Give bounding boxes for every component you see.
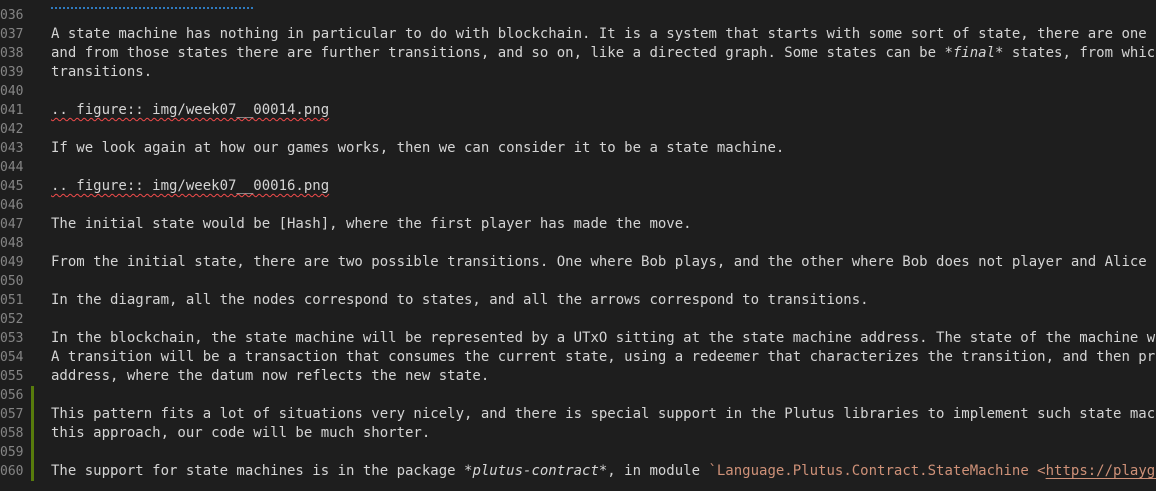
- code-line[interactable]: 039 transitions.: [0, 63, 1156, 82]
- text-segment: In the diagram, all the nodes correspond…: [51, 292, 869, 308]
- line-text: A state machine has nothing in particula…: [51, 25, 1156, 44]
- text-segment: The initial state would be [Hash], where…: [51, 216, 692, 232]
- code-line[interactable]: 036: [0, 6, 1156, 25]
- text-segment: *, in module: [598, 463, 709, 479]
- line-number: 055: [0, 369, 24, 384]
- line-text: In the diagram, all the nodes correspond…: [51, 291, 869, 310]
- line-number: 050: [0, 274, 24, 289]
- misspelled-text: .. figure:: img/week07__00016.png: [51, 178, 330, 194]
- git-modified-indicator: [31, 462, 34, 481]
- code-line[interactable]: 038 and from those states there are furth…: [0, 44, 1156, 63]
- line-number: 039: [0, 65, 24, 80]
- text-segment: A transition will be a transaction that …: [51, 349, 1156, 365]
- line-number: 048: [0, 236, 24, 251]
- line-number: 047: [0, 217, 24, 232]
- line-number: 053: [0, 331, 24, 346]
- line-text: this approach, our code will be much sho…: [51, 424, 430, 443]
- text-segment: this approach, our code will be much sho…: [51, 425, 431, 441]
- line-text: .. figure:: img/week07__00016.png: [51, 177, 329, 196]
- line-number: 046: [0, 198, 24, 213]
- code-editor[interactable]: 035036037A state machine has nothing in …: [0, 0, 1156, 491]
- line-number: 043: [0, 141, 24, 156]
- text-segment: A state machine has nothing in particula…: [51, 26, 1156, 42]
- git-modified-indicator: [31, 405, 34, 424]
- code-line[interactable]: 055 address, where the datum now reflects…: [0, 367, 1156, 386]
- code-line[interactable]: 057 This pattern fits a lot of situations…: [0, 405, 1156, 424]
- code-line[interactable]: 059: [0, 443, 1156, 462]
- line-number: 042: [0, 122, 24, 137]
- line-number: 041: [0, 103, 24, 118]
- line-text: This pattern fits a lot of situations ve…: [51, 405, 1156, 424]
- code-line[interactable]: 047 The initial state would be [Hash], wh…: [0, 215, 1156, 234]
- line-text: address, where the datum now reflects th…: [51, 367, 489, 386]
- text-segment: and from those states there are further …: [51, 45, 953, 61]
- line-text: transitions.: [51, 63, 152, 82]
- line-number: 045: [0, 179, 24, 194]
- text-segment: transitions.: [51, 64, 153, 80]
- line-number: 054: [0, 350, 24, 365]
- text-segment: `Language.Plutus.Contract.StateMachine <: [708, 463, 1046, 479]
- line-number: 036: [0, 8, 24, 23]
- code-line[interactable]: 041 .. figure:: img/week07__00014.png: [0, 101, 1156, 120]
- line-number: 040: [0, 84, 24, 99]
- line-number: 060: [0, 464, 24, 479]
- code-line[interactable]: 053 In the blockchain, the state machine …: [0, 329, 1156, 348]
- line-text: In the blockchain, the state machine wil…: [51, 329, 1156, 348]
- code-line[interactable]: 046: [0, 196, 1156, 215]
- code-line[interactable]: 052: [0, 310, 1156, 329]
- line-text: The initial state would be [Hash], where…: [51, 215, 692, 234]
- text-segment: https://playground: [1045, 463, 1156, 479]
- text-segment: The support for state machines is in the…: [51, 463, 473, 479]
- editor-lines: 035036037A state machine has nothing in …: [0, 0, 1156, 481]
- git-modified-indicator: [31, 443, 34, 462]
- line-number: 044: [0, 160, 24, 175]
- line-number: 052: [0, 312, 24, 327]
- text-segment: final: [952, 45, 996, 61]
- line-text: If we look again at how our games works,…: [51, 139, 784, 158]
- line-number: 058: [0, 426, 24, 441]
- text-segment: In the blockchain, the state machine wil…: [51, 330, 1156, 346]
- code-line[interactable]: 056: [0, 386, 1156, 405]
- code-line[interactable]: 043 If we look again at how our games wor…: [0, 139, 1156, 158]
- line-text: The support for state machines is in the…: [51, 462, 1156, 481]
- git-modified-indicator: [31, 424, 34, 443]
- text-segment: If we look again at how our games works,…: [51, 140, 785, 156]
- text-segment: From the initial state, there are two po…: [51, 254, 1156, 270]
- line-number: 056: [0, 388, 24, 403]
- line-text: and from those states there are further …: [51, 44, 1156, 63]
- code-line[interactable]: 048: [0, 234, 1156, 253]
- line-number: 059: [0, 445, 24, 460]
- code-line[interactable]: 037 A state machine has nothing in partic…: [0, 25, 1156, 44]
- line-text: From the initial state, there are two po…: [51, 253, 1156, 272]
- code-line[interactable]: 042: [0, 120, 1156, 139]
- misspelled-text: .. figure:: img/week07__00014.png: [51, 102, 330, 118]
- code-line[interactable]: 044: [0, 158, 1156, 177]
- code-line[interactable]: 050: [0, 272, 1156, 291]
- line-number: 057: [0, 407, 24, 422]
- code-line[interactable]: 049 From the initial state, there are two…: [0, 253, 1156, 272]
- line-number: 038: [0, 46, 24, 61]
- code-line[interactable]: 058 this approach, our code will be much …: [0, 424, 1156, 443]
- line-text: A transition will be a transaction that …: [51, 348, 1156, 367]
- code-line[interactable]: 040: [0, 82, 1156, 101]
- text-segment: plutus-contract: [472, 463, 599, 479]
- line-number: 049: [0, 255, 24, 270]
- code-line[interactable]: 051 In the diagram, all the nodes corresp…: [0, 291, 1156, 310]
- line-number: 037: [0, 27, 24, 42]
- git-modified-indicator: [31, 386, 34, 405]
- code-line[interactable]: 045 .. figure:: img/week07__00016.png: [0, 177, 1156, 196]
- text-segment: * states, from which there are no: [995, 45, 1156, 61]
- line-number: 051: [0, 293, 24, 308]
- text-segment: address, where the datum now reflects th…: [51, 368, 490, 384]
- text-segment: This pattern fits a lot of situations ve…: [51, 406, 1156, 422]
- line-text: .. figure:: img/week07__00014.png: [51, 101, 329, 120]
- code-line[interactable]: 060 The support for state machines is in …: [0, 462, 1156, 481]
- code-line[interactable]: 054 A transition will be a transaction th…: [0, 348, 1156, 367]
